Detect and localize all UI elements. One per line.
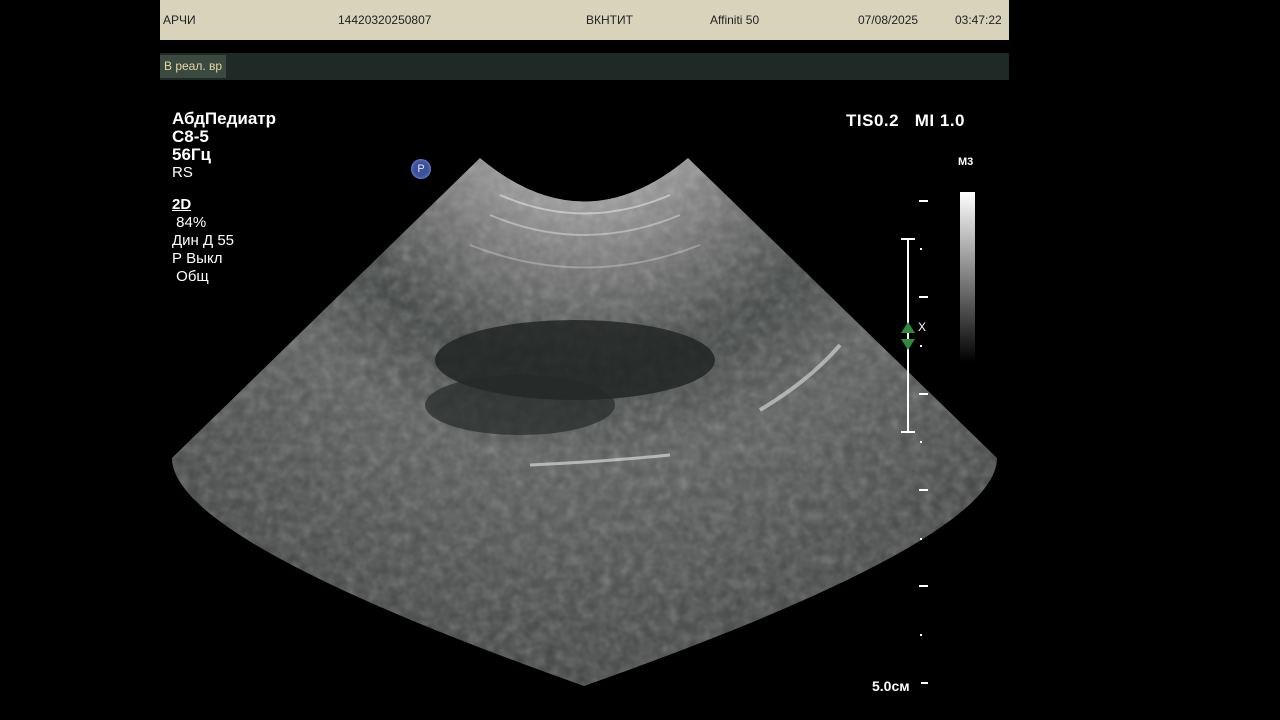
orientation-badge: P <box>411 159 431 179</box>
exam-date: 07/08/2025 <box>858 13 919 27</box>
probe-label: C8-5 <box>172 127 209 146</box>
depth-label: 5.0см <box>872 678 910 694</box>
tis-value: TIS0.2 <box>846 111 900 130</box>
realtime-mode-button[interactable]: В реал. вр <box>160 55 227 78</box>
imaging-parameters: АбдПедиатр C8-5 56Гц RS 2D 84% Дин Д 55 … <box>172 110 276 286</box>
mi-value: MI 1.0 <box>914 111 966 130</box>
institution: ВКНТИТ <box>586 13 633 27</box>
ultrasound-view <box>150 140 1020 700</box>
rs-label: RS <box>172 164 193 181</box>
frame-rate-label: 56Гц <box>172 145 211 164</box>
focus-marker-label: X <box>918 320 927 334</box>
general-label: Общ <box>172 268 209 285</box>
mode-bar: В реал. вр <box>160 53 1009 80</box>
dynamic-range-label: Дин Д 55 <box>172 232 234 249</box>
exam-time: 03:47:22 <box>955 13 1002 27</box>
mode-2d-label: 2D <box>172 196 192 213</box>
gray-map-label: М3 <box>958 156 974 168</box>
device-model: Affiniti 50 <box>710 13 760 27</box>
ultrasound-sector[interactable] <box>150 140 1020 700</box>
safety-indices: TIS0.2 MI 1.0 <box>846 111 965 131</box>
preset-label: АбдПедиатр <box>172 109 277 128</box>
p-state-label: Р Выкл <box>172 250 223 267</box>
patient-id: 14420320250807 <box>338 13 432 27</box>
patient-name: АРЧИ <box>163 13 196 27</box>
patient-header: АРЧИ 14420320250807 ВКНТИТ Affiniti 50 0… <box>160 0 1009 40</box>
gray-scale-bar <box>960 192 975 362</box>
gain-label: 84% <box>172 214 207 231</box>
